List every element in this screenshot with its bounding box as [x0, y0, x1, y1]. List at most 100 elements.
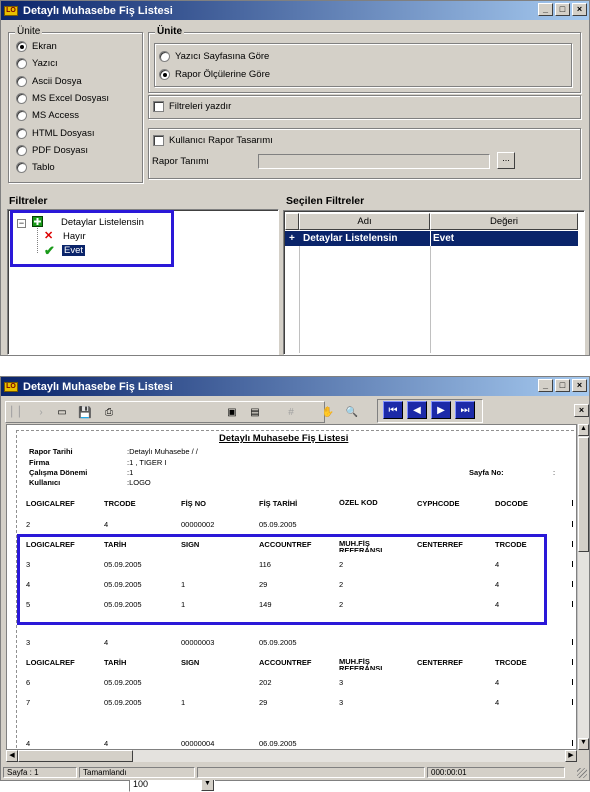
checkbox-box[interactable] — [153, 101, 164, 112]
firma-value: :1 , TIGER I — [127, 458, 167, 467]
vertical-scrollbar[interactable]: ▲ ▼ — [577, 424, 589, 750]
radio-circle[interactable] — [16, 144, 27, 156]
first-page-disabled-icon[interactable]: ▏▏ — [10, 404, 28, 420]
scroll-left-button[interactable]: ◀ — [6, 750, 18, 762]
mdi-close-button[interactable]: × — [574, 404, 589, 417]
radio-circle[interactable] — [16, 110, 27, 122]
filtreler-heading: Filtreler — [9, 195, 48, 207]
detail-row-cell: 05.09.2005 — [104, 678, 142, 687]
header1-cell: TRCODE — [104, 499, 136, 508]
master-row-cell: 3 — [26, 638, 31, 647]
header3-cell: MUH.FİŞ REFERANSI — [339, 658, 383, 670]
output-radio-7[interactable]: Tablo — [16, 162, 55, 174]
output-radio-6[interactable]: PDF Dosyası — [16, 144, 88, 156]
column-edge-mark — [572, 639, 573, 645]
status-bar: Sayfa : 1 Tamamlandı 000:00:01 — [1, 766, 589, 780]
kullanici-rapor-tasarimi-label: Kullanıcı Rapor Tasarımı — [169, 135, 273, 146]
close-button[interactable]: × — [572, 3, 587, 16]
minimize-button[interactable]: _ — [538, 3, 553, 16]
status-time: 000:00:01 — [427, 767, 565, 778]
grid-col-degeri[interactable]: Değeri — [430, 213, 578, 230]
zoom-icon[interactable]: 🔍 — [343, 404, 361, 420]
master-row-cell: 4 — [104, 739, 109, 748]
scroll-up-button[interactable]: ▲ — [578, 424, 589, 436]
maximize-button[interactable]: □ — [555, 379, 570, 392]
horizontal-scrollbar[interactable]: ◀ ▶ — [6, 750, 577, 762]
tree-root-label[interactable]: Detaylar Listelensin — [61, 217, 144, 228]
radio-circle[interactable] — [16, 92, 27, 104]
donem-value: :1 — [127, 468, 134, 477]
radio-circle[interactable] — [16, 162, 27, 174]
size-radio-1[interactable]: Rapor Ölçülerine Göre — [159, 69, 270, 80]
header3-cell: TRCODE — [495, 658, 527, 667]
scroll-h-thumb[interactable] — [18, 750, 133, 762]
unite-size-inner — [154, 43, 572, 87]
filtreleri-yazdir-checkbox[interactable]: Filtreleri yazdır — [153, 101, 231, 112]
scroll-right-button[interactable]: ▶ — [565, 750, 577, 762]
column-edge-mark — [572, 659, 573, 665]
output-radio-5[interactable]: HTML Dosyası — [16, 127, 94, 139]
detail-row-cell: 4 — [495, 698, 500, 707]
print-icon[interactable]: ⎙ — [100, 404, 118, 420]
close-button[interactable]: × — [572, 379, 587, 392]
last-page-icon[interactable]: ⏭ — [455, 401, 475, 419]
output-radio-4[interactable]: MS Access — [16, 110, 79, 122]
red-x-icon: ✕ — [44, 230, 54, 242]
tree-item-hayir[interactable]: Hayır — [63, 231, 86, 242]
output-radio-3[interactable]: MS Excel Dosyası — [16, 92, 109, 104]
radio-circle[interactable] — [16, 127, 27, 139]
first-page-icon[interactable]: ⏮ — [383, 401, 403, 419]
prev-disabled-icon[interactable]: › — [32, 404, 50, 420]
resize-grip-icon[interactable] — [577, 768, 587, 778]
status-state: Tamamlandı — [79, 767, 195, 778]
kullanici-rapor-tasarimi-checkbox[interactable]: Kullanıcı Rapor Tasarımı — [153, 135, 273, 146]
radio-circle[interactable] — [159, 69, 170, 80]
multi-page-icon[interactable]: ▤ — [246, 404, 264, 420]
checkbox-box[interactable] — [153, 135, 164, 146]
master-row-cell: 00000002 — [181, 520, 215, 529]
window-title: Detaylı Muhasebe Fiş Listesi — [23, 4, 173, 17]
maximize-button[interactable]: □ — [555, 3, 570, 16]
output-radio-0[interactable]: Ekran — [16, 41, 57, 52]
header3-cell: SIGN — [181, 658, 200, 667]
hand-icon[interactable]: ✋ — [319, 404, 337, 420]
rapor-tanimi-input[interactable] — [258, 154, 490, 169]
output-radio-1[interactable]: Yazıcı — [16, 58, 58, 70]
report-preview-titlebar[interactable]: LO Detaylı Muhasebe Fiş Listesi _ □ × — [1, 377, 589, 396]
column-edge-mark — [572, 699, 573, 705]
filtreleri-yazdir-label: Filtreleri yazdır — [169, 101, 232, 112]
page-border-top — [16, 430, 574, 431]
master-row-cell: 4 — [104, 520, 109, 529]
output-radio-label: Ascii Dosya — [32, 75, 82, 87]
radio-circle[interactable] — [159, 51, 170, 62]
master-row-cell: 00000003 — [181, 638, 215, 647]
tree-item-evet[interactable]: Evet — [62, 245, 86, 256]
rapor-tanimi-browse-button[interactable]: ... — [497, 152, 515, 169]
grid-col-adi[interactable]: Adı — [299, 213, 430, 230]
radio-circle[interactable] — [16, 41, 27, 52]
unite-size-legend: Ünite — [155, 26, 184, 37]
filter-dialog-titlebar[interactable]: LO Detaylı Muhasebe Fiş Listesi _ □ × — [1, 1, 589, 20]
master-row-cell: 4 — [104, 638, 109, 647]
grid-disabled-icon[interactable]: # — [282, 404, 300, 420]
app-icon: LO — [4, 5, 18, 16]
radio-circle[interactable] — [16, 58, 27, 70]
header1-cell: FİŞ TARİHİ — [259, 499, 298, 508]
master-row-cell: 2 — [26, 520, 31, 529]
report-preview-window: LO Detaylı Muhasebe Fiş Listesi _ □ × ▏▏… — [0, 376, 590, 792]
scroll-thumb[interactable] — [578, 437, 589, 552]
size-radio-0[interactable]: Yazıcı Sayfasına Göre — [159, 51, 269, 62]
minimize-button[interactable]: _ — [538, 379, 553, 392]
rapor-tarihi-label: Rapor Tarihi — [29, 447, 73, 456]
detail-row-cell: 29 — [259, 698, 268, 707]
next-page-icon[interactable]: ▶ — [431, 401, 451, 419]
export-icon[interactable]: ▭ — [53, 404, 71, 420]
single-page-icon[interactable]: ▣ — [223, 404, 241, 420]
save-icon[interactable]: 💾 — [76, 404, 94, 420]
prev-page-icon[interactable]: ◀ — [407, 401, 427, 419]
column-edge-mark — [572, 521, 573, 527]
scroll-down-button[interactable]: ▼ — [578, 738, 589, 750]
output-radio-2[interactable]: Ascii Dosya — [16, 75, 82, 87]
radio-circle[interactable] — [16, 75, 27, 87]
tree-collapse-toggle[interactable]: − — [17, 219, 26, 228]
